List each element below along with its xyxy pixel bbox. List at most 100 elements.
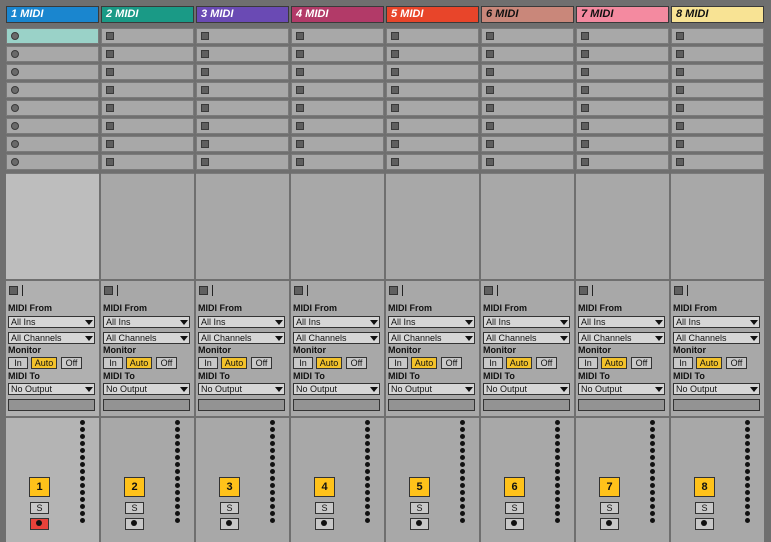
stop-button-icon[interactable] <box>106 50 114 58</box>
monitor-auto-button[interactable]: Auto <box>126 357 152 369</box>
stop-button-icon[interactable] <box>296 32 304 40</box>
clip-slot[interactable] <box>671 28 764 44</box>
stop-button-icon[interactable] <box>391 32 399 40</box>
monitor-in-button[interactable]: In <box>293 357 313 369</box>
solo-button[interactable]: S <box>315 502 334 514</box>
monitor-in-button[interactable]: In <box>578 357 598 369</box>
record-button-icon[interactable] <box>11 68 19 76</box>
stop-button-icon[interactable] <box>581 50 589 58</box>
monitor-off-button[interactable]: Off <box>726 357 747 369</box>
output-type-dropdown[interactable]: No Output <box>198 383 285 395</box>
clip-slot[interactable] <box>291 100 384 116</box>
clip-slot[interactable] <box>481 82 574 98</box>
clip-slot[interactable] <box>481 136 574 152</box>
monitor-in-button[interactable]: In <box>673 357 693 369</box>
stop-button-icon[interactable] <box>106 122 114 130</box>
clip-slot[interactable] <box>196 64 289 80</box>
stop-button-icon[interactable] <box>201 140 209 148</box>
stop-button-icon[interactable] <box>201 68 209 76</box>
solo-button[interactable]: S <box>30 502 49 514</box>
clip-slot[interactable] <box>291 28 384 44</box>
output-channel-field[interactable] <box>293 399 380 411</box>
stop-button-icon[interactable] <box>581 32 589 40</box>
output-type-dropdown[interactable]: No Output <box>8 383 95 395</box>
track-activator-button[interactable]: 8 <box>694 477 715 497</box>
clip-slot[interactable] <box>481 154 574 170</box>
monitor-off-button[interactable]: Off <box>631 357 652 369</box>
output-type-dropdown[interactable]: No Output <box>578 383 665 395</box>
stop-all-icon[interactable] <box>484 286 493 295</box>
output-type-dropdown[interactable]: No Output <box>673 383 760 395</box>
clip-drop-area[interactable] <box>291 173 384 279</box>
stop-button-icon[interactable] <box>106 104 114 112</box>
clip-slot[interactable] <box>671 136 764 152</box>
stop-all-icon[interactable] <box>104 286 113 295</box>
record-arm-icon[interactable] <box>505 518 524 530</box>
track-activator-button[interactable]: 3 <box>219 477 240 497</box>
clip-slot[interactable] <box>6 100 99 116</box>
stop-button-icon[interactable] <box>676 122 684 130</box>
clip-slot[interactable] <box>6 64 99 80</box>
stop-button-icon[interactable] <box>296 104 304 112</box>
input-type-dropdown[interactable]: All Ins <box>673 316 760 328</box>
solo-button[interactable]: S <box>695 502 714 514</box>
input-channel-dropdown[interactable]: All Channels <box>8 332 95 344</box>
clip-slot[interactable] <box>386 82 479 98</box>
stop-button-icon[interactable] <box>296 122 304 130</box>
clip-slot[interactable] <box>101 28 194 44</box>
stop-button-icon[interactable] <box>106 158 114 166</box>
stop-button-icon[interactable] <box>296 68 304 76</box>
monitor-auto-button[interactable]: Auto <box>221 357 247 369</box>
clip-slot[interactable] <box>101 118 194 134</box>
input-channel-dropdown[interactable]: All Channels <box>578 332 665 344</box>
stop-button-icon[interactable] <box>676 86 684 94</box>
clip-slot[interactable] <box>101 154 194 170</box>
record-arm-icon[interactable] <box>220 518 239 530</box>
clip-slot[interactable] <box>576 118 669 134</box>
input-type-dropdown[interactable]: All Ins <box>483 316 570 328</box>
stop-button-icon[interactable] <box>296 50 304 58</box>
clip-slot[interactable] <box>576 136 669 152</box>
monitor-in-button[interactable]: In <box>103 357 123 369</box>
clip-slot[interactable] <box>101 46 194 62</box>
track-activator-button[interactable]: 6 <box>504 477 525 497</box>
clip-slot[interactable] <box>196 154 289 170</box>
stop-button-icon[interactable] <box>391 50 399 58</box>
output-channel-field[interactable] <box>673 399 760 411</box>
stop-button-icon[interactable] <box>391 68 399 76</box>
record-button-icon[interactable] <box>11 158 19 166</box>
monitor-auto-button[interactable]: Auto <box>696 357 722 369</box>
clip-slot[interactable] <box>101 82 194 98</box>
clip-slot[interactable] <box>671 64 764 80</box>
clip-slot[interactable] <box>481 46 574 62</box>
output-channel-field[interactable] <box>103 399 190 411</box>
stop-button-icon[interactable] <box>486 140 494 148</box>
clip-slot[interactable] <box>481 100 574 116</box>
stop-button-icon[interactable] <box>676 104 684 112</box>
input-type-dropdown[interactable]: All Ins <box>578 316 665 328</box>
monitor-off-button[interactable]: Off <box>156 357 177 369</box>
clip-slot[interactable] <box>196 136 289 152</box>
record-arm-icon[interactable] <box>410 518 429 530</box>
output-channel-field[interactable] <box>388 399 475 411</box>
input-type-dropdown[interactable]: All Ins <box>293 316 380 328</box>
stop-button-icon[interactable] <box>581 158 589 166</box>
stop-button-icon[interactable] <box>201 86 209 94</box>
track-header[interactable]: 3 MIDI <box>196 6 289 23</box>
stop-button-icon[interactable] <box>486 86 494 94</box>
track-header[interactable]: 8 MIDI <box>671 6 764 23</box>
clip-slot[interactable] <box>576 154 669 170</box>
record-button-icon[interactable] <box>11 50 19 58</box>
clip-slot[interactable] <box>576 64 669 80</box>
clip-slot[interactable] <box>481 118 574 134</box>
clip-drop-area[interactable] <box>671 173 764 279</box>
clip-slot[interactable] <box>671 82 764 98</box>
stop-all-icon[interactable] <box>9 286 18 295</box>
stop-button-icon[interactable] <box>201 122 209 130</box>
clip-slot[interactable] <box>576 28 669 44</box>
monitor-off-button[interactable]: Off <box>536 357 557 369</box>
stop-button-icon[interactable] <box>391 140 399 148</box>
output-type-dropdown[interactable]: No Output <box>483 383 570 395</box>
input-channel-dropdown[interactable]: All Channels <box>293 332 380 344</box>
clip-slot[interactable] <box>101 136 194 152</box>
